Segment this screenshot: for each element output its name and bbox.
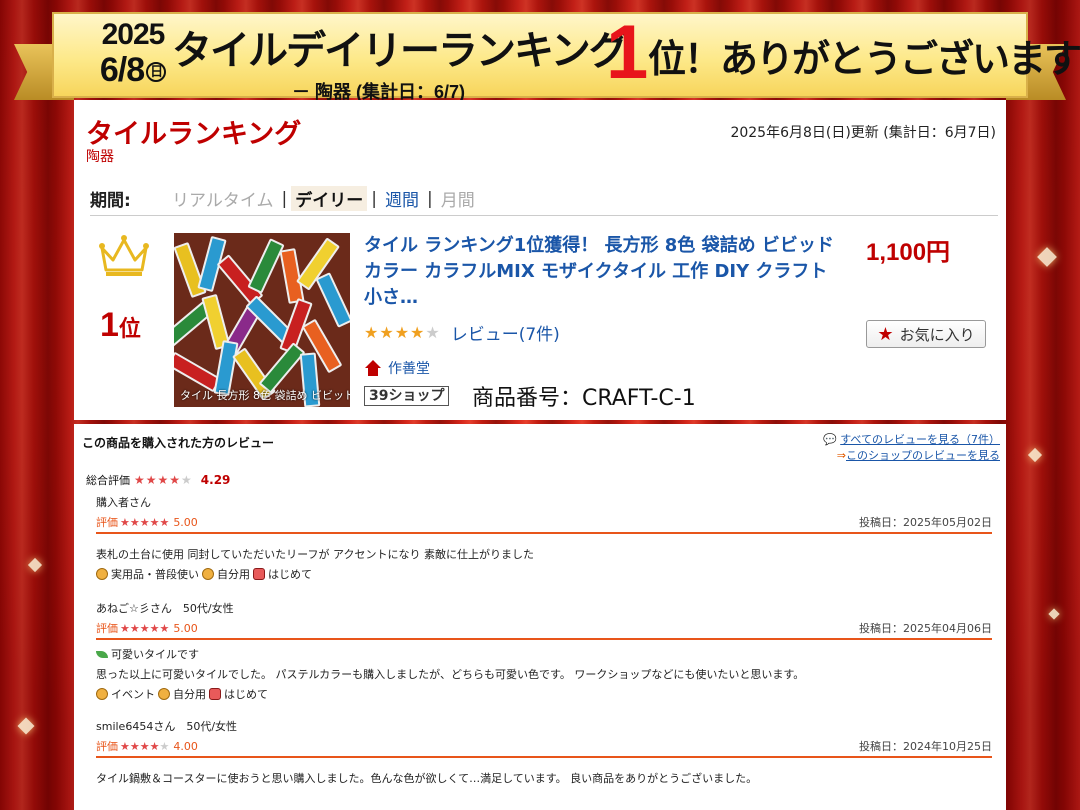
ranking-panel: タイルランキング 陶器 2025年6月8日(日)更新 (集計日：6月7日) 期間… bbox=[74, 100, 1006, 420]
updated-date: 2025年6月8日(日)更新 (集計日：6月7日) bbox=[730, 125, 996, 141]
tab-weekly[interactable]: 週間 bbox=[381, 186, 423, 211]
tab-realtime[interactable]: リアルタイム bbox=[168, 186, 278, 211]
review-stars: ★★★★★ bbox=[120, 515, 170, 529]
banner-month-day: 6/8 bbox=[99, 51, 145, 89]
review-title: 可愛いタイルです bbox=[96, 646, 199, 662]
shop-home-icon bbox=[364, 360, 382, 376]
review-date: 投稿日：2025年04月06日 bbox=[859, 622, 992, 635]
review-speech-icon: 💬 bbox=[823, 433, 837, 446]
review-score: 4.00 bbox=[173, 739, 198, 753]
star-icon: ★ bbox=[877, 323, 894, 345]
thumbnail-caption: タイル 長方形 8色 袋詰め ビビッドカラー カラフルMIX bbox=[180, 389, 350, 402]
event-icon bbox=[96, 688, 108, 700]
review-date: 投稿日：2025年05月02日 bbox=[859, 516, 992, 529]
banner-rank: 1 bbox=[606, 10, 649, 95]
review-stars: ★★★★★ bbox=[120, 739, 170, 753]
all-reviews-link[interactable]: すべてのレビューを見る（7件） bbox=[840, 433, 1000, 446]
overall-label: 総合評価 bbox=[86, 474, 130, 487]
rank-number: 1位 bbox=[100, 306, 141, 344]
self-use-icon bbox=[202, 568, 214, 580]
shop-39-badge: 39ショップ bbox=[364, 386, 450, 406]
review-body: 思った以上に可愛いタイルでした。 パステルカラーも購入しましたが、どちらも可愛い… bbox=[96, 668, 805, 681]
banner-weekday: 日 bbox=[146, 62, 167, 83]
review-links: 💬 すべてのレビューを見る（7件） ⇒このショップのレビューを見る bbox=[823, 432, 1000, 464]
review-rating-row: 評価 ★★★★★ 4.00 投稿日：2024年10月25日 bbox=[96, 738, 992, 758]
favorite-label: お気に入り bbox=[899, 325, 975, 344]
overall-stars: ★★★★★ bbox=[134, 473, 193, 487]
rating-stars: ★★★★★ bbox=[364, 323, 441, 342]
tab-monthly[interactable]: 月間 bbox=[437, 186, 479, 211]
item-number: 商品番号：CRAFT-C-1 bbox=[472, 386, 696, 411]
shop-name[interactable]: 作善堂 bbox=[388, 358, 430, 378]
review-score: 5.00 bbox=[173, 621, 198, 635]
review-stars: ★★★★★ bbox=[120, 621, 170, 635]
period-selector: 期間: リアルタイム | デイリー | 週間 | 月間 bbox=[90, 182, 998, 216]
reviewer-name: 購入者さん bbox=[96, 496, 151, 509]
usage-icon bbox=[96, 568, 108, 580]
review-score: 5.00 bbox=[173, 515, 198, 529]
category-label[interactable]: 陶器 bbox=[86, 146, 114, 166]
review-count-link[interactable]: レビュー(7件) bbox=[451, 320, 560, 345]
self-use-icon bbox=[158, 688, 170, 700]
banner-thanks: 位！ありがとうございます♪ bbox=[648, 39, 1080, 81]
page-title: タイルランキング bbox=[86, 119, 302, 149]
banner-title: タイルデイリーランキング bbox=[172, 29, 629, 73]
reviewer-name: あねご☆彡さん 50代/女性 bbox=[96, 602, 234, 615]
product-thumbnail[interactable]: タイル 長方形 8色 袋詰め ビビッドカラー カラフルMIX bbox=[174, 233, 350, 407]
reviews-heading: この商品を購入された方のレビュー bbox=[82, 436, 275, 450]
product-title-link[interactable]: タイル ランキング1位獲得！ 長方形 8色 袋詰め ビビッドカラー カラフルMI… bbox=[364, 233, 834, 311]
review-tags: 実用品・普段使い 自分用 はじめて bbox=[96, 566, 312, 582]
review-tags: イベント 自分用 はじめて bbox=[96, 686, 268, 702]
review-date: 投稿日：2024年10月25日 bbox=[859, 740, 992, 753]
leaf-icon bbox=[96, 651, 108, 658]
tab-daily[interactable]: デイリー bbox=[291, 186, 368, 211]
favorite-button[interactable]: ★ お気に入り bbox=[866, 320, 986, 348]
reviews-panel: この商品を購入された方のレビュー 💬 すべてのレビューを見る（7件） ⇒このショ… bbox=[74, 424, 1006, 810]
product-price: 1,100円 bbox=[866, 239, 951, 266]
overall-score: 4.29 bbox=[200, 473, 231, 487]
arrow-icon: ⇒ bbox=[836, 449, 846, 462]
overall-rating: 総合評価 ★★★★★ 4.29 bbox=[86, 472, 230, 488]
ranking-banner: 2025 6/8 日 タイルデイリーランキング 1 位！ありがとうございます♪ －… bbox=[52, 10, 1080, 102]
crown-icon bbox=[99, 235, 149, 276]
shop-link[interactable]: 作善堂 bbox=[364, 358, 430, 378]
product-rating: ★★★★★ レビュー(7件) bbox=[364, 320, 560, 345]
review-rating-row: 評価 ★★★★★ 5.00 投稿日：2025年05月02日 bbox=[96, 514, 992, 534]
review-rating-row: 評価 ★★★★★ 5.00 投稿日：2025年04月06日 bbox=[96, 620, 992, 640]
first-time-icon bbox=[253, 568, 265, 580]
period-label: 期間: bbox=[90, 191, 131, 211]
review-body: タイル鍋敷＆コースターに使おうと思い購入しました。色んな色が欲しくて…満足してい… bbox=[96, 772, 758, 785]
shop-reviews-link[interactable]: このショップのレビューを見る bbox=[846, 449, 1000, 462]
first-time-icon bbox=[209, 688, 221, 700]
review-body: 表札の土台に使用 同封していただいたリーフが アクセントになり 素敵に仕上がりま… bbox=[96, 548, 534, 561]
reviewer-name: smile6454さん 50代/女性 bbox=[96, 720, 238, 733]
